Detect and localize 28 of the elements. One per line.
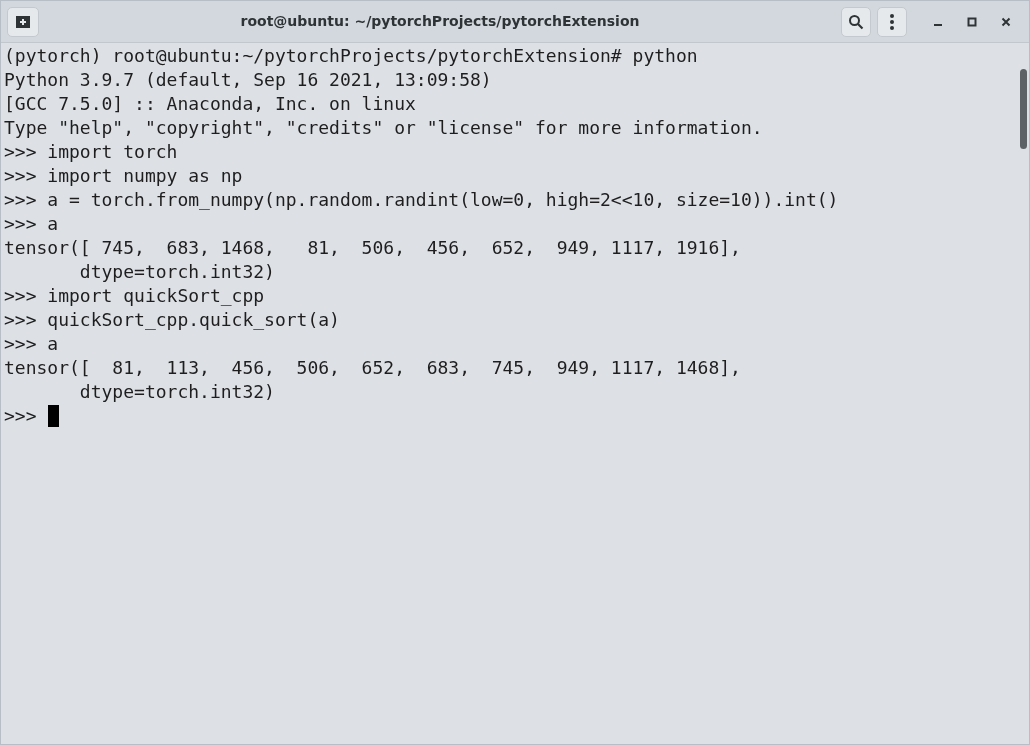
- terminal-line: Type "help", "copyright", "credits" or "license" for more information.: [4, 116, 763, 140]
- search-button[interactable]: [841, 6, 871, 37]
- terminal-line: (pytorch) root@ubuntu:~/pytorchProjects/pytorchExtension# python: [4, 44, 698, 68]
- search-icon: [848, 13, 864, 30]
- scrollbar-thumb[interactable]: [1019, 69, 1027, 149]
- terminal-line: [GCC 7.5.0] :: Anaconda, Inc. on linux: [4, 92, 416, 116]
- terminal-line: >>> a: [4, 332, 59, 356]
- minimize-icon: [934, 24, 942, 26]
- menu-icon: [890, 13, 894, 30]
- terminal-line: >>> import numpy as np: [4, 164, 243, 188]
- terminal-prompt: >>>: [4, 404, 37, 428]
- terminal-line: >>> import torch: [4, 140, 178, 164]
- menu-button[interactable]: [877, 6, 907, 37]
- text-cursor: [47, 405, 59, 427]
- terminal-line: >>> quickSort_cpp.quick_sort(a): [4, 308, 340, 332]
- new-tab-button[interactable]: [7, 6, 39, 37]
- terminal-line: dtype=torch.int32): [78, 380, 275, 404]
- maximize-icon: [967, 16, 977, 27]
- terminal-line: dtype=torch.int32): [78, 260, 275, 284]
- window-title: root@ubuntu: ~/pytorchProjects/pytorchExtension: [240, 12, 640, 31]
- terminal-line: >>> a = torch.from_numpy(np.random.randint(low=0, high=2<<10, size=10)).int(): [4, 188, 839, 212]
- terminal-line: tensor([ 745, 683, 1468, 81, 506, 456, 652, 949, 1117, 1916],: [4, 236, 741, 260]
- terminal-line: >>> import quickSort_cpp: [4, 284, 265, 308]
- terminal-line: tensor([ 81, 113, 456, 506, 652, 683, 745, 949, 1117, 1468],: [4, 356, 741, 380]
- close-icon: [1001, 16, 1011, 27]
- new-tab-icon: [15, 14, 31, 29]
- terminal-line: Python 3.9.7 (default, Sep 16 2021, 13:09:58): [4, 68, 492, 92]
- terminal-line: >>> a: [4, 212, 59, 236]
